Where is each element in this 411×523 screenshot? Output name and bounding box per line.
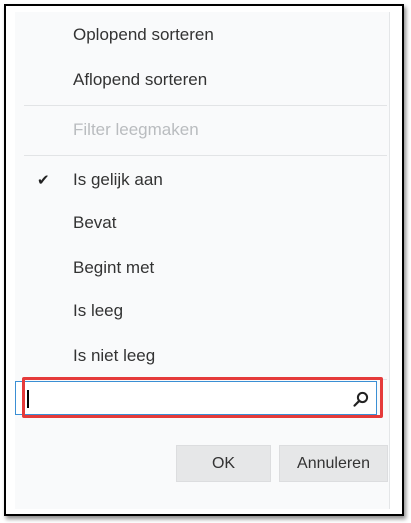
sort-descending-item[interactable]: Aflopend sorteren (73, 69, 207, 91)
divider (24, 105, 387, 106)
clear-filter-item: Filter leegmaken (73, 120, 199, 139)
filter-option-contains[interactable]: Bevat (73, 212, 116, 234)
checkmark-icon: ✔ (37, 172, 50, 189)
filter-option-starts-with[interactable]: Begint met (73, 257, 154, 279)
cancel-button[interactable]: Annuleren (279, 445, 388, 482)
filter-option-equals[interactable]: Is gelijk aan (73, 169, 163, 191)
dialog-frame: Oplopend sorteren Aflopend sorteren Filt… (4, 4, 404, 516)
filter-menu: Oplopend sorteren Aflopend sorteren Filt… (15, 12, 390, 509)
sort-ascending-item[interactable]: Oplopend sorteren (73, 24, 214, 46)
filter-option-is-empty[interactable]: Is leeg (73, 300, 123, 322)
filter-option-is-not-empty[interactable]: Is niet leeg (73, 345, 155, 367)
search-highlight-annotation (22, 377, 383, 418)
ok-button[interactable]: OK (176, 445, 271, 482)
divider (24, 155, 387, 156)
